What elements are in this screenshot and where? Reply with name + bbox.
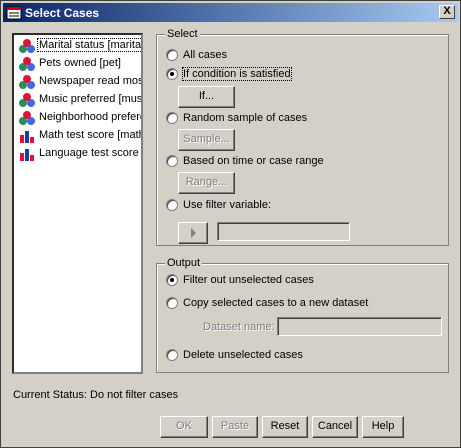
- radio-button[interactable]: [166, 155, 178, 167]
- radio-button[interactable]: [166, 274, 178, 286]
- title-bar[interactable]: Select Cases X: [3, 3, 458, 22]
- nominal-variable-icon: [19, 93, 35, 107]
- nominal-variable-icon: [19, 39, 35, 53]
- variable-label: Math test score [math]: [39, 129, 143, 141]
- window-title: Select Cases: [25, 6, 100, 20]
- current-status: Current Status: Do not filter cases: [13, 389, 179, 401]
- delete-unselected-label: Delete unselected cases: [183, 349, 303, 361]
- nominal-variable-icon: [19, 57, 35, 71]
- if-condition-label: If condition is satisfied: [182, 67, 292, 81]
- dataset-name-label: Dataset name:: [203, 321, 275, 333]
- select-group: Select All cases If condition is satisfi…: [156, 28, 449, 246]
- select-legend: Select: [165, 28, 200, 40]
- radio-button[interactable]: [166, 68, 178, 80]
- paste-button[interactable]: Paste: [212, 416, 258, 438]
- output-legend: Output: [165, 257, 203, 269]
- copy-to-dataset-label: Copy selected cases to a new dataset: [183, 297, 369, 309]
- radio-button[interactable]: [166, 49, 178, 61]
- close-button[interactable]: X: [439, 5, 455, 19]
- variable-list[interactable]: Marital status [marital] Pets owned [pet…: [12, 33, 143, 374]
- ok-button[interactable]: OK: [160, 416, 208, 438]
- variable-label: Newspaper read most: [39, 75, 143, 87]
- help-button[interactable]: Help: [362, 416, 404, 438]
- variable-label: Marital status [marital]: [37, 38, 141, 52]
- sample-button[interactable]: Sample...: [178, 129, 235, 151]
- filter-variable-label: Use filter variable:: [183, 199, 272, 211]
- all-cases-label: All cases: [183, 49, 228, 61]
- variable-label: Pets owned [pet]: [39, 57, 121, 69]
- right-arrow-icon: [191, 228, 196, 238]
- move-variable-button[interactable]: [178, 222, 208, 244]
- radio-button[interactable]: [166, 199, 178, 211]
- filter-variable-field[interactable]: [217, 222, 350, 241]
- scale-variable-icon: [20, 149, 34, 161]
- dataset-name-field[interactable]: [277, 317, 442, 336]
- dialog-icon: [6, 6, 22, 20]
- scale-variable-icon: [20, 131, 34, 143]
- range-button[interactable]: Range...: [178, 172, 235, 194]
- filter-out-label: Filter out unselected cases: [183, 274, 314, 286]
- radio-button[interactable]: [166, 112, 178, 124]
- radio-button[interactable]: [166, 297, 178, 309]
- if-button[interactable]: If...: [178, 86, 235, 108]
- nominal-variable-icon: [19, 111, 35, 125]
- time-range-label: Based on time or case range: [183, 155, 324, 167]
- select-cases-dialog: Select Cases X Marital status [marital] …: [0, 0, 461, 448]
- variable-label: Language test score [l: [39, 147, 143, 159]
- radio-button[interactable]: [166, 349, 178, 361]
- cancel-button[interactable]: Cancel: [312, 416, 358, 438]
- random-sample-label: Random sample of cases: [183, 112, 308, 124]
- nominal-variable-icon: [19, 75, 35, 89]
- output-group: Output Filter out unselected cases Copy …: [156, 257, 449, 373]
- variable-label: Music preferred [music: [39, 93, 143, 105]
- variable-label: Neighborhood preferen: [39, 111, 143, 123]
- reset-button[interactable]: Reset: [262, 416, 308, 438]
